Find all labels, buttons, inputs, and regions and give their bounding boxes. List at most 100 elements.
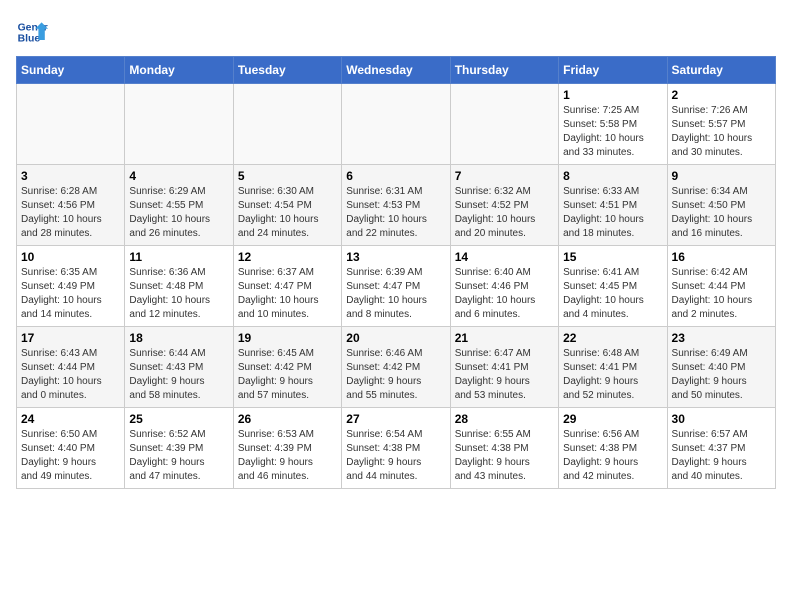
day-info: Sunrise: 6:29 AM Sunset: 4:55 PM Dayligh… bbox=[129, 185, 228, 241]
day-number: 4 bbox=[129, 169, 228, 183]
day-number: 9 bbox=[672, 169, 771, 183]
calendar-cell bbox=[125, 84, 233, 165]
week-row-3: 10 Sunrise: 6:35 AM Sunset: 4:49 PM Dayli… bbox=[17, 246, 776, 327]
calendar-cell: 25 Sunrise: 6:52 AM Sunset: 4:39 PM Dayli… bbox=[125, 408, 233, 489]
weekday-header-thursday: Thursday bbox=[450, 57, 558, 84]
calendar-cell: 7Sunrise: 6:32 AM Sunset: 4:52 PM Daylig… bbox=[450, 165, 558, 246]
day-info: Sunrise: 6:39 AM Sunset: 4:47 PM Dayligh… bbox=[346, 266, 445, 322]
day-info: Sunrise: 6:49 AM Sunset: 4:40 PM Dayligh… bbox=[672, 347, 771, 403]
day-number: 24 bbox=[21, 412, 120, 426]
calendar-cell: 1 Sunrise: 7:25 AM Sunset: 5:58 PM Daylig… bbox=[559, 84, 667, 165]
day-number: 28 bbox=[455, 412, 554, 426]
calendar-cell: 11 Sunrise: 6:36 AM Sunset: 4:48 PM Dayli… bbox=[125, 246, 233, 327]
weekday-header-sunday: Sunday bbox=[17, 57, 125, 84]
calendar-cell bbox=[450, 84, 558, 165]
day-info: Sunrise: 6:52 AM Sunset: 4:39 PM Dayligh… bbox=[129, 428, 228, 484]
calendar-cell: 27Sunrise: 6:54 AM Sunset: 4:38 PM Dayli… bbox=[342, 408, 450, 489]
day-number: 3 bbox=[21, 169, 120, 183]
day-number: 25 bbox=[129, 412, 228, 426]
day-info: Sunrise: 7:26 AM Sunset: 5:57 PM Dayligh… bbox=[672, 104, 771, 160]
day-info: Sunrise: 6:34 AM Sunset: 4:50 PM Dayligh… bbox=[672, 185, 771, 241]
day-number: 13 bbox=[346, 250, 445, 264]
day-number: 21 bbox=[455, 331, 554, 345]
logo: General Blue bbox=[16, 16, 48, 48]
day-info: Sunrise: 6:57 AM Sunset: 4:37 PM Dayligh… bbox=[672, 428, 771, 484]
day-info: Sunrise: 6:45 AM Sunset: 4:42 PM Dayligh… bbox=[238, 347, 337, 403]
day-info: Sunrise: 6:43 AM Sunset: 4:44 PM Dayligh… bbox=[21, 347, 120, 403]
day-info: Sunrise: 6:35 AM Sunset: 4:49 PM Dayligh… bbox=[21, 266, 120, 322]
calendar-table: SundayMondayTuesdayWednesdayThursdayFrid… bbox=[16, 56, 776, 489]
day-number: 19 bbox=[238, 331, 337, 345]
calendar-cell: 26 Sunrise: 6:53 AM Sunset: 4:39 PM Dayli… bbox=[233, 408, 341, 489]
day-info: Sunrise: 6:47 AM Sunset: 4:41 PM Dayligh… bbox=[455, 347, 554, 403]
day-info: Sunrise: 6:50 AM Sunset: 4:40 PM Dayligh… bbox=[21, 428, 120, 484]
day-number: 1 bbox=[563, 88, 662, 102]
calendar-cell: 14 Sunrise: 6:40 AM Sunset: 4:46 PM Dayli… bbox=[450, 246, 558, 327]
day-info: Sunrise: 6:48 AM Sunset: 4:41 PM Dayligh… bbox=[563, 347, 662, 403]
day-number: 14 bbox=[455, 250, 554, 264]
day-number: 20 bbox=[346, 331, 445, 345]
day-number: 17 bbox=[21, 331, 120, 345]
calendar-cell: 13 Sunrise: 6:39 AM Sunset: 4:47 PM Dayli… bbox=[342, 246, 450, 327]
calendar-cell: 15 Sunrise: 6:41 AM Sunset: 4:45 PM Dayli… bbox=[559, 246, 667, 327]
day-info: Sunrise: 6:37 AM Sunset: 4:47 PM Dayligh… bbox=[238, 266, 337, 322]
calendar-cell: 18Sunrise: 6:44 AM Sunset: 4:43 PM Dayli… bbox=[125, 327, 233, 408]
day-number: 22 bbox=[563, 331, 662, 345]
day-number: 5 bbox=[238, 169, 337, 183]
calendar-cell: 30 Sunrise: 6:57 AM Sunset: 4:37 PM Dayli… bbox=[667, 408, 775, 489]
week-row-1: 1 Sunrise: 7:25 AM Sunset: 5:58 PM Daylig… bbox=[17, 84, 776, 165]
calendar-cell bbox=[233, 84, 341, 165]
calendar-cell: 24 Sunrise: 6:50 AM Sunset: 4:40 PM Dayli… bbox=[17, 408, 125, 489]
calendar-cell: 23 Sunrise: 6:49 AM Sunset: 4:40 PM Dayli… bbox=[667, 327, 775, 408]
calendar-cell: 10 Sunrise: 6:35 AM Sunset: 4:49 PM Dayli… bbox=[17, 246, 125, 327]
calendar-cell: 6 Sunrise: 6:31 AM Sunset: 4:53 PM Daylig… bbox=[342, 165, 450, 246]
day-info: Sunrise: 6:31 AM Sunset: 4:53 PM Dayligh… bbox=[346, 185, 445, 241]
day-number: 10 bbox=[21, 250, 120, 264]
calendar-cell bbox=[342, 84, 450, 165]
calendar-cell: 29 Sunrise: 6:56 AM Sunset: 4:38 PM Dayli… bbox=[559, 408, 667, 489]
weekday-header-monday: Monday bbox=[125, 57, 233, 84]
day-info: Sunrise: 6:41 AM Sunset: 4:45 PM Dayligh… bbox=[563, 266, 662, 322]
calendar-cell: 5 Sunrise: 6:30 AM Sunset: 4:54 PM Daylig… bbox=[233, 165, 341, 246]
weekday-header-tuesday: Tuesday bbox=[233, 57, 341, 84]
day-info: Sunrise: 6:33 AM Sunset: 4:51 PM Dayligh… bbox=[563, 185, 662, 241]
day-info: Sunrise: 6:46 AM Sunset: 4:42 PM Dayligh… bbox=[346, 347, 445, 403]
day-info: Sunrise: 6:36 AM Sunset: 4:48 PM Dayligh… bbox=[129, 266, 228, 322]
calendar-cell: 21 Sunrise: 6:47 AM Sunset: 4:41 PM Dayli… bbox=[450, 327, 558, 408]
day-number: 26 bbox=[238, 412, 337, 426]
day-number: 23 bbox=[672, 331, 771, 345]
day-info: Sunrise: 6:42 AM Sunset: 4:44 PM Dayligh… bbox=[672, 266, 771, 322]
day-info: Sunrise: 6:40 AM Sunset: 4:46 PM Dayligh… bbox=[455, 266, 554, 322]
day-info: Sunrise: 6:55 AM Sunset: 4:38 PM Dayligh… bbox=[455, 428, 554, 484]
day-info: Sunrise: 6:30 AM Sunset: 4:54 PM Dayligh… bbox=[238, 185, 337, 241]
week-row-5: 24 Sunrise: 6:50 AM Sunset: 4:40 PM Dayli… bbox=[17, 408, 776, 489]
calendar-cell: 20 Sunrise: 6:46 AM Sunset: 4:42 PM Dayli… bbox=[342, 327, 450, 408]
day-number: 8 bbox=[563, 169, 662, 183]
day-number: 12 bbox=[238, 250, 337, 264]
day-info: Sunrise: 6:28 AM Sunset: 4:56 PM Dayligh… bbox=[21, 185, 120, 241]
day-number: 7 bbox=[455, 169, 554, 183]
page-header: General Blue bbox=[16, 16, 776, 48]
calendar-cell: 2 Sunrise: 7:26 AM Sunset: 5:57 PM Daylig… bbox=[667, 84, 775, 165]
calendar-cell: 28 Sunrise: 6:55 AM Sunset: 4:38 PM Dayli… bbox=[450, 408, 558, 489]
day-number: 30 bbox=[672, 412, 771, 426]
day-number: 16 bbox=[672, 250, 771, 264]
logo-icon: General Blue bbox=[16, 16, 48, 48]
day-number: 2 bbox=[672, 88, 771, 102]
day-info: Sunrise: 6:56 AM Sunset: 4:38 PM Dayligh… bbox=[563, 428, 662, 484]
calendar-cell: 17 Sunrise: 6:43 AM Sunset: 4:44 PM Dayli… bbox=[17, 327, 125, 408]
weekday-header-row: SundayMondayTuesdayWednesdayThursdayFrid… bbox=[17, 57, 776, 84]
calendar-cell: 8 Sunrise: 6:33 AM Sunset: 4:51 PM Daylig… bbox=[559, 165, 667, 246]
calendar-cell: 16 Sunrise: 6:42 AM Sunset: 4:44 PM Dayli… bbox=[667, 246, 775, 327]
calendar-cell: 4 Sunrise: 6:29 AM Sunset: 4:55 PM Daylig… bbox=[125, 165, 233, 246]
day-number: 29 bbox=[563, 412, 662, 426]
weekday-header-friday: Friday bbox=[559, 57, 667, 84]
day-number: 11 bbox=[129, 250, 228, 264]
day-number: 15 bbox=[563, 250, 662, 264]
day-info: Sunrise: 7:25 AM Sunset: 5:58 PM Dayligh… bbox=[563, 104, 662, 160]
day-info: Sunrise: 6:53 AM Sunset: 4:39 PM Dayligh… bbox=[238, 428, 337, 484]
calendar-cell: 12 Sunrise: 6:37 AM Sunset: 4:47 PM Dayli… bbox=[233, 246, 341, 327]
day-number: 18 bbox=[129, 331, 228, 345]
day-number: 6 bbox=[346, 169, 445, 183]
day-number: 27 bbox=[346, 412, 445, 426]
